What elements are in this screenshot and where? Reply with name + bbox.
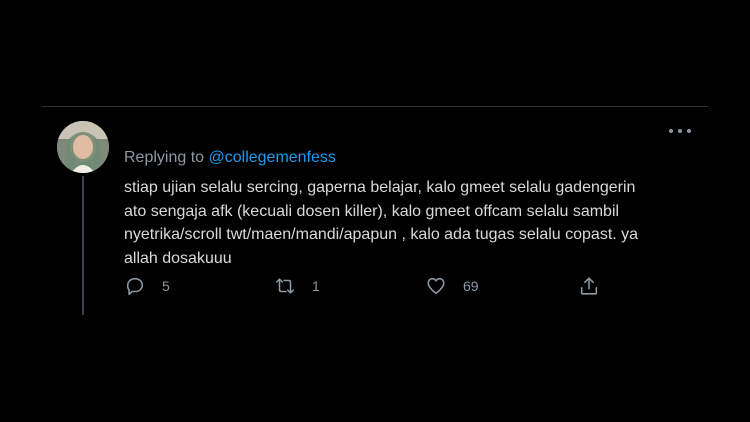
divider	[42, 106, 708, 107]
share-icon	[580, 277, 598, 295]
like-count: 69	[463, 278, 479, 294]
heart-icon	[427, 277, 445, 295]
retweet-icon	[275, 278, 295, 294]
reply-button[interactable]: 5	[124, 275, 170, 297]
more-dot	[669, 129, 673, 133]
more-dot	[678, 129, 682, 133]
replying-to-line: Replying to @collegemenfess	[124, 148, 336, 168]
more-horizontal-icon[interactable]	[669, 123, 691, 139]
thread-line	[82, 176, 84, 315]
avatar[interactable]	[57, 121, 109, 173]
replying-prefix: Replying to	[124, 149, 209, 166]
like-button[interactable]: 69	[425, 275, 479, 297]
retweet-button[interactable]: 1	[274, 275, 320, 297]
retweet-count: 1	[312, 278, 320, 294]
reply-count: 5	[162, 278, 170, 294]
replying-mention-link[interactable]: @collegemenfess	[209, 149, 336, 166]
reply-bubble-icon	[126, 277, 144, 296]
share-button[interactable]	[578, 275, 600, 297]
tweet-text: stiap ujian selalu sercing, gaperna bela…	[124, 179, 639, 267]
more-dot	[687, 129, 691, 133]
avatar-image	[57, 121, 109, 173]
tweet-screenshot: Replying to @collegemenfess stiap ujian …	[0, 0, 750, 422]
